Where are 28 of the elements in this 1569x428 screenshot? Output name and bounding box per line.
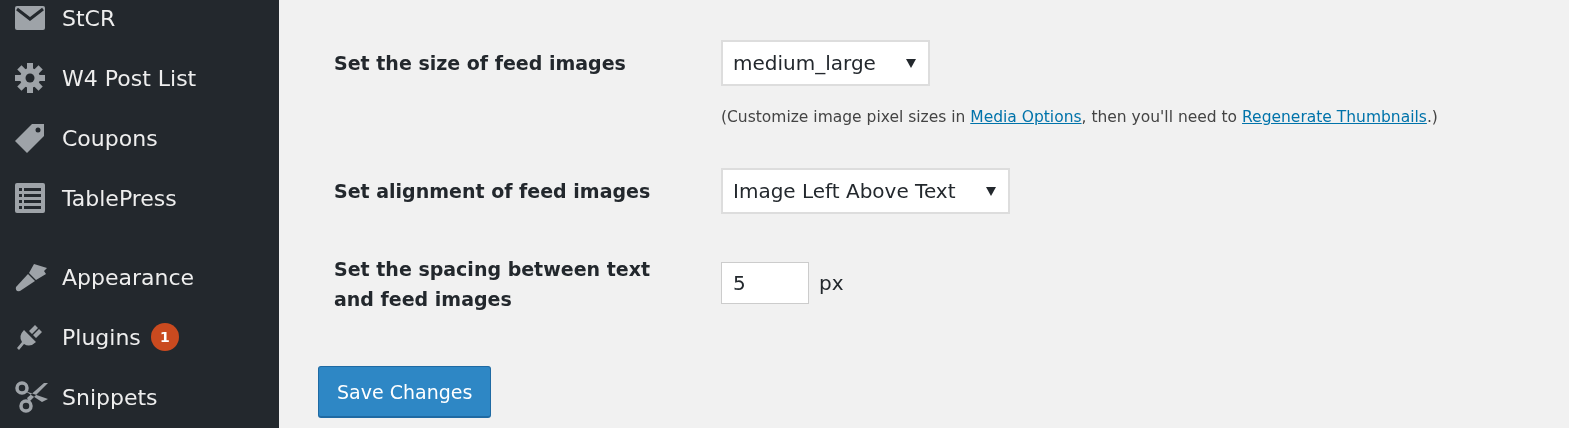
list-icon [14, 182, 46, 214]
menu-item[interactable]: Appearance [62, 264, 195, 290]
save-button[interactable]: Save Changes [318, 366, 492, 418]
scissors-icon [14, 381, 50, 413]
dropdown[interactable]: medium_large [721, 40, 930, 86]
link[interactable]: Regenerate Thumbnails [1242, 108, 1427, 126]
setting-label: Set the spacing between text and feed images [334, 257, 651, 312]
unit-label: px [819, 271, 844, 295]
menu-item[interactable]: W4 Post List [62, 65, 197, 91]
count-badge: 1 [150, 323, 179, 351]
menu-item[interactable]: Plugins [62, 324, 141, 350]
caret-icon [905, 58, 916, 68]
menu-item[interactable]: Coupons [62, 125, 158, 151]
menu-item[interactable]: TablePress [62, 185, 177, 211]
caret-icon [985, 186, 996, 196]
menu-item[interactable]: Snippets [62, 384, 158, 410]
help-text: (Customize image pixel sizes in Media Options, then you'll need to Regenerate Thumbnails.) [721, 108, 1439, 126]
envelope-icon [14, 5, 46, 31]
link[interactable]: Media Options [970, 108, 1082, 126]
dropdown[interactable]: Image Left Above Text [721, 168, 1010, 214]
tag-icon [14, 122, 46, 154]
brush-icon [14, 262, 48, 292]
gear-icon [14, 62, 46, 94]
number-field[interactable]: 5 [721, 262, 809, 304]
menu-item[interactable]: StCR [62, 5, 116, 31]
setting-label: Set alignment of feed images [334, 179, 652, 204]
plug-icon [14, 322, 44, 352]
setting-label: Set the size of feed images [334, 51, 627, 76]
